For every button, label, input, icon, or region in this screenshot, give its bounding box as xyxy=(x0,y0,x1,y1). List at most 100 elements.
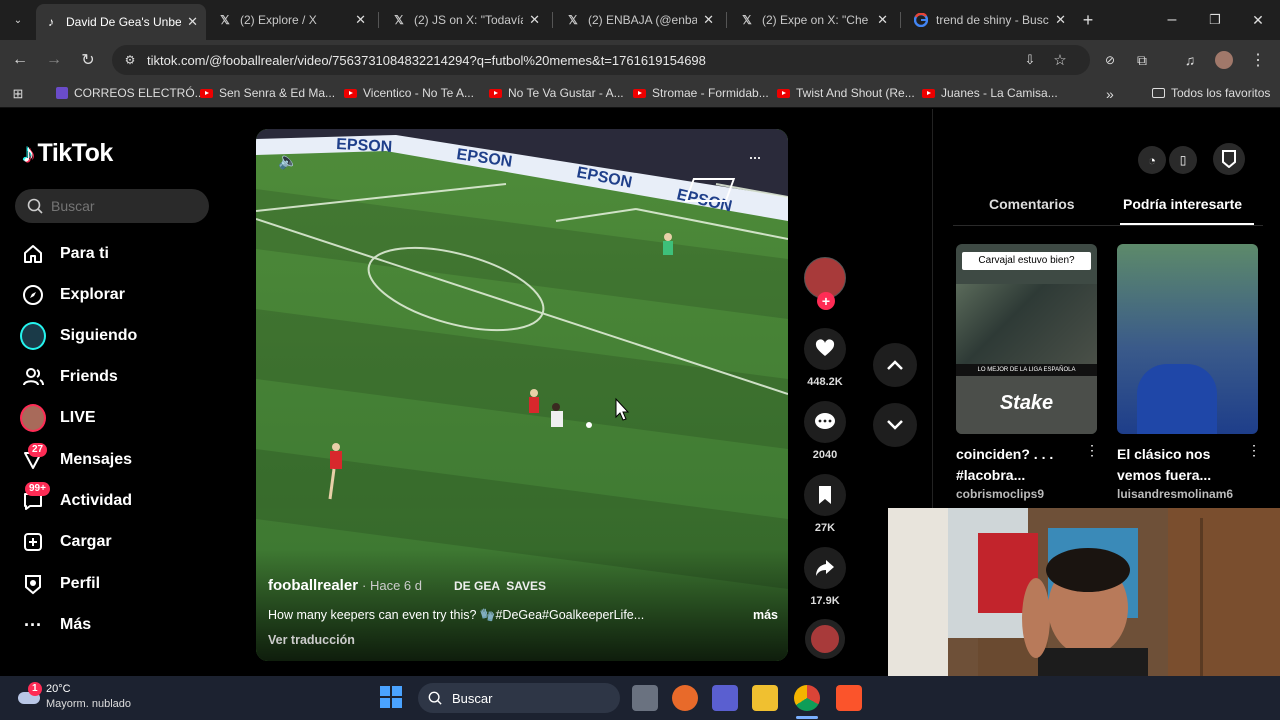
media-control-icon[interactable]: ♫ xyxy=(1180,50,1200,70)
creator-tools-icon[interactable] xyxy=(1213,143,1245,175)
forward-arrow-icon[interactable]: → xyxy=(44,50,64,70)
bookmark-item[interactable]: Twist And Shout (Re... xyxy=(777,86,915,100)
chevron-more-bookmarks-icon[interactable]: » xyxy=(1106,86,1114,102)
firefox-icon[interactable] xyxy=(672,685,698,711)
like-button[interactable]: 448.2K xyxy=(804,328,846,388)
tab-x-explore[interactable]: 𝕏 (2) Explore / X ✕ xyxy=(210,6,374,34)
all-bookmarks-folder[interactable]: Todos los favoritos xyxy=(1152,86,1270,100)
recommended-thumb-1[interactable]: Carvajal estuvo bien? LO MEJOR DE LA LIG… xyxy=(956,244,1097,434)
kebab-menu-icon[interactable]: ⋮ xyxy=(1247,442,1261,459)
bookmark-label: No Te Va Gustar - A... xyxy=(508,86,624,100)
brave-icon[interactable] xyxy=(836,685,862,711)
video-author[interactable]: fooballrealer xyxy=(268,577,358,594)
title-line: vemos fuera... xyxy=(1117,467,1212,483)
comment-button[interactable]: 2040 xyxy=(804,401,846,461)
reload-icon[interactable]: ↻ xyxy=(78,50,98,70)
chrome-icon[interactable] xyxy=(794,685,820,711)
bookmark-item[interactable]: Juanes - La Camisa... xyxy=(922,86,1058,100)
gauge-icon[interactable]: ◔ xyxy=(1138,146,1166,174)
author-avatar[interactable]: + xyxy=(804,257,846,310)
taskbar-search[interactable]: Buscar xyxy=(418,683,620,713)
extension-off-icon[interactable]: ⊘ xyxy=(1100,50,1120,70)
close-icon[interactable]: ✕ xyxy=(187,14,198,30)
nav-perfil[interactable]: Perfil xyxy=(20,567,100,601)
install-app-icon[interactable]: ⇩ xyxy=(1020,50,1040,70)
next-video-button[interactable] xyxy=(873,403,917,447)
close-icon[interactable]: ✕ xyxy=(703,12,714,28)
recommended-title-2[interactable]: El clásico nos vemos fuera... xyxy=(1117,444,1211,486)
previous-video-button[interactable] xyxy=(873,343,917,387)
x-icon: 𝕏 xyxy=(742,13,752,27)
tab-x-expe[interactable]: 𝕏 (2) Expe on X: "Che lo ✕ xyxy=(732,6,896,34)
restore-window-icon[interactable]: ❐ xyxy=(1205,10,1225,30)
video-info: fooballrealer · Hace 6 d DE GEA SAVES Ho… xyxy=(268,577,778,647)
kebab-menu-icon[interactable]: ⋮ xyxy=(1248,50,1268,70)
weather-icon[interactable]: 1 xyxy=(16,682,42,708)
recommended-author-1[interactable]: cobrismoclips9 xyxy=(956,487,1044,501)
nav-cargar[interactable]: Cargar xyxy=(20,525,112,559)
file-explorer-icon[interactable] xyxy=(752,685,778,711)
recommended-author-2[interactable]: luisandresmolinam6 xyxy=(1117,487,1233,501)
close-icon[interactable]: ✕ xyxy=(877,12,888,28)
nav-mas[interactable]: ··· Más xyxy=(20,608,91,642)
site-settings-icon[interactable]: ⚙ xyxy=(120,50,140,70)
tab-title: trend de shiny - Busc xyxy=(936,13,1049,27)
more-options-icon[interactable]: ··· xyxy=(748,147,762,168)
nav-siguiendo[interactable]: Siguiendo xyxy=(20,319,137,353)
tab-google-search[interactable]: trend de shiny - Busc ✕ xyxy=(906,6,1074,34)
profile-avatar-icon[interactable] xyxy=(1214,50,1234,70)
close-window-icon[interactable]: ✕ xyxy=(1248,10,1268,30)
more-link[interactable]: más xyxy=(753,608,778,623)
nav-para-ti[interactable]: Para ti xyxy=(20,237,109,271)
phone-icon[interactable]: ▯ xyxy=(1169,146,1197,174)
nav-friends[interactable]: Friends xyxy=(20,360,118,394)
bookmark-item[interactable]: CORREOS ELECTRÓ... xyxy=(56,86,205,100)
follow-plus-icon[interactable]: + xyxy=(817,292,835,310)
tab-tiktok[interactable]: ♪ David De Gea's Unbe ✕ xyxy=(36,4,206,40)
back-arrow-icon[interactable]: ← xyxy=(10,50,30,70)
search-box[interactable] xyxy=(15,189,209,223)
extensions-puzzle-icon[interactable]: ⧉ xyxy=(1132,50,1152,70)
search-input[interactable] xyxy=(51,198,201,214)
url-text[interactable]: tiktok.com/@fooballrealer/video/75637310… xyxy=(147,53,706,68)
nav-mensajes[interactable]: 27 Mensajes xyxy=(20,443,132,477)
nav-label: Siguiendo xyxy=(60,327,138,344)
close-icon[interactable]: ✕ xyxy=(355,12,366,28)
bookmark-item[interactable]: No Te Va Gustar - A... xyxy=(489,86,624,100)
save-button[interactable]: 27K xyxy=(804,474,846,534)
tab-podria-interesarte[interactable]: Podría interesarte xyxy=(1123,196,1242,212)
tab-x-js[interactable]: 𝕏 (2) JS on X: "Todavía ✕ xyxy=(384,6,548,34)
speaker-icon[interactable]: 🔈 xyxy=(278,151,298,171)
new-tab-plus-icon[interactable]: + xyxy=(1078,10,1098,30)
share-button[interactable]: 17.9K xyxy=(804,547,846,607)
tab-x-enbaja[interactable]: 𝕏 (2) ENBAJA (@enbaja ✕ xyxy=(558,6,722,34)
weather-description[interactable]: Mayorm. nublado xyxy=(46,698,131,710)
tab-title: (2) ENBAJA (@enbaja xyxy=(588,13,698,27)
close-icon[interactable]: ✕ xyxy=(1055,12,1066,28)
nav-actividad[interactable]: 99+ Actividad xyxy=(20,482,132,518)
tiktok-logo[interactable]: ♪ TikTok xyxy=(22,138,113,169)
kebab-menu-icon[interactable]: ⋮ xyxy=(1085,442,1099,459)
star-bookmark-icon[interactable]: ☆ xyxy=(1050,50,1070,70)
nav-explorar[interactable]: Explorar xyxy=(20,278,125,312)
music-disc[interactable] xyxy=(804,619,846,659)
nav-live[interactable]: LIVE xyxy=(20,401,96,435)
tab-search-chevron-icon[interactable]: ⌄ xyxy=(8,10,28,30)
video-player[interactable]: EPSON EPSON EPSON EPSON 🔈 ··· fooballrea… xyxy=(256,129,788,661)
recommended-title-1[interactable]: coinciden? . . . #lacobra... xyxy=(956,444,1053,486)
minimize-icon[interactable]: – xyxy=(1162,10,1182,30)
windows-start-icon[interactable] xyxy=(380,686,402,708)
apps-grid-icon[interactable]: ⊞ xyxy=(8,84,28,104)
close-icon[interactable]: ✕ xyxy=(529,12,540,28)
bookmark-item[interactable]: Stromae - Formidab... xyxy=(633,86,769,100)
teams-icon[interactable] xyxy=(712,685,738,711)
recommended-thumb-2[interactable] xyxy=(1117,244,1258,434)
bookmark-item[interactable]: Sen Senra & Ed Ma... xyxy=(200,86,335,100)
tab-comentarios[interactable]: Comentarios xyxy=(989,196,1075,212)
active-app-indicator xyxy=(796,716,818,719)
task-view-icon[interactable] xyxy=(632,685,658,711)
address-bar[interactable]: ⚙ tiktok.com/@fooballrealer/video/756373… xyxy=(112,45,1090,75)
translate-link[interactable]: Ver traducción xyxy=(268,633,778,647)
weather-temperature[interactable]: 20°C xyxy=(46,683,71,695)
bookmark-item[interactable]: Vicentico - No Te A... xyxy=(344,86,474,100)
